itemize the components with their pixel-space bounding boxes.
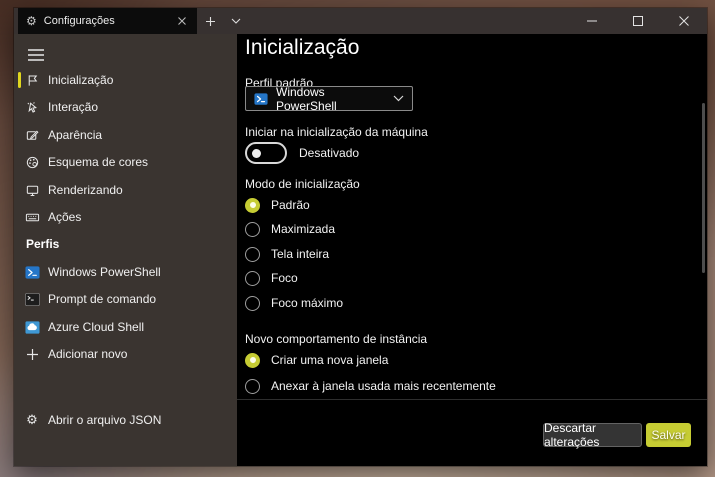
settings-content: Inicialização Perfil padrão Windows Powe… (237, 34, 707, 466)
radio-button (245, 270, 260, 286)
new-tab-button[interactable] (197, 8, 223, 34)
azure-cloud-icon (24, 319, 40, 335)
close-button[interactable] (661, 8, 707, 34)
sidebar-item-label: Interação (48, 100, 99, 114)
sidebar-item-esquema-de-cores[interactable]: Esquema de cores (14, 149, 237, 175)
cmd-icon (24, 291, 40, 307)
sidebar-item-label: Aparência (48, 128, 103, 142)
flag-icon (24, 72, 40, 88)
titlebar: ⚙ Configurações (14, 8, 707, 34)
default-profile-dropdown[interactable]: Windows PowerShell (245, 84, 413, 113)
radio-button-selected (245, 352, 260, 368)
sidebar-item-label: Adicionar novo (48, 347, 128, 361)
sidebar-item-label: Azure Cloud Shell (48, 320, 145, 334)
window-controls (569, 8, 707, 34)
save-button[interactable]: Salvar (646, 423, 691, 447)
windows-terminal-settings-window: ⚙ Configurações Inicialização Interação … (14, 8, 707, 466)
pencil-icon (24, 127, 40, 143)
discard-changes-button[interactable]: Descartar alterações (543, 421, 642, 449)
radio-option-tela-inteira[interactable]: Tela inteira (245, 244, 329, 264)
gear-icon: ⚙ (26, 412, 38, 428)
sidebar-item-interacao[interactable]: Interação (14, 94, 237, 120)
radio-option-foco[interactable]: Foco (245, 268, 298, 288)
sidebar-item-label: Ações (48, 210, 82, 224)
profiles-section-header: Perfis (26, 237, 60, 251)
plus-icon (24, 346, 40, 362)
sidebar-item-adicionar-novo[interactable]: Adicionar novo (14, 341, 237, 367)
hamburger-menu-button[interactable] (25, 44, 47, 66)
tab-close-icon[interactable] (175, 14, 189, 28)
palette-icon (24, 154, 40, 170)
radio-option-padrao[interactable]: Padrão (245, 195, 310, 215)
sidebar-item-label: Inicialização (48, 73, 114, 87)
powershell-icon (254, 92, 268, 106)
sidebar-item-prompt-de-comando[interactable]: Prompt de comando (14, 286, 237, 312)
sidebar-item-aparencia[interactable]: Aparência (14, 122, 237, 148)
sidebar-item-label: Abrir o arquivo JSON (48, 413, 162, 427)
sidebar-item-abrir-arquivo-json[interactable]: ⚙ Abrir o arquivo JSON (14, 407, 237, 433)
gear-icon: ⚙ (26, 14, 37, 28)
radio-button-selected (245, 197, 260, 213)
sidebar-item-inicializacao[interactable]: Inicialização (14, 67, 237, 93)
settings-sidebar: Inicialização Interação Aparência Esquem… (14, 34, 237, 466)
minimize-button[interactable] (569, 8, 615, 34)
toggle-off[interactable] (245, 142, 287, 164)
radio-button (245, 378, 260, 394)
sidebar-item-label: Prompt de comando (48, 292, 157, 306)
footer-divider (237, 399, 707, 400)
radio-button (245, 246, 260, 262)
instance-behavior-label: Novo comportamento de instância (245, 332, 428, 346)
toggle-state-text: Desativado (299, 146, 360, 160)
maximize-button[interactable] (615, 8, 661, 34)
keyboard-icon (24, 209, 40, 225)
tab-title: Configurações (43, 15, 115, 27)
radio-option-anexar-janela[interactable]: Anexar à janela usada mais recentemente (245, 376, 496, 396)
sidebar-item-label: Renderizando (48, 183, 123, 197)
startup-toggle-row: Desativado (245, 142, 360, 164)
startup-toggle-label: Iniciar na inicialização da máquina (245, 125, 428, 139)
scrollbar-thumb[interactable] (702, 103, 705, 273)
radio-option-foco-maximo[interactable]: Foco máximo (245, 293, 343, 313)
selection-indicator (18, 72, 21, 88)
monitor-icon (24, 182, 40, 198)
sidebar-item-label: Windows PowerShell (48, 265, 161, 279)
sidebar-item-azure-cloud-shell[interactable]: Azure Cloud Shell (14, 314, 237, 340)
sidebar-item-renderizando[interactable]: Renderizando (14, 177, 237, 203)
desktop: ⚙ Configurações Inicialização Interação … (0, 0, 715, 477)
chevron-down-icon (393, 95, 404, 102)
sidebar-item-label: Esquema de cores (48, 155, 149, 169)
powershell-icon (24, 264, 40, 280)
window-body: Inicialização Interação Aparência Esquem… (14, 34, 707, 466)
radio-button (245, 221, 260, 237)
tab-configuracoes[interactable]: ⚙ Configurações (18, 8, 197, 34)
radio-option-maximizada[interactable]: Maximizada (245, 219, 335, 239)
default-profile-value: Windows PowerShell (276, 84, 337, 113)
sidebar-item-acoes[interactable]: Ações (14, 204, 237, 230)
sidebar-item-windows-powershell[interactable]: Windows PowerShell (14, 259, 237, 285)
page-title: Inicialização (245, 36, 360, 59)
radio-button (245, 295, 260, 311)
pointer-icon (24, 99, 40, 115)
radio-option-criar-nova-janela[interactable]: Criar uma nova janela (245, 350, 388, 370)
launch-mode-label: Modo de inicialização (245, 177, 360, 191)
tab-dropdown-button[interactable] (223, 8, 249, 34)
